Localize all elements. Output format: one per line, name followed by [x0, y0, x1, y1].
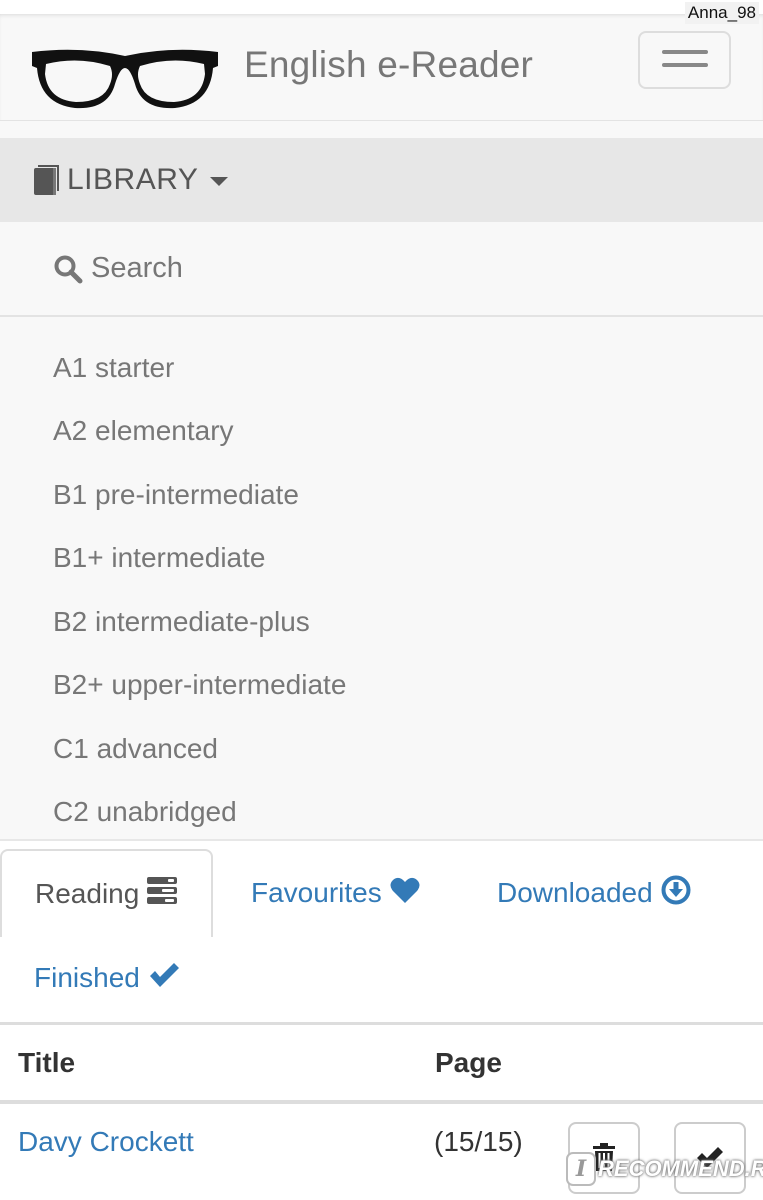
tab-reading-label: Reading: [35, 878, 140, 909]
tab-reading[interactable]: Reading: [0, 849, 213, 937]
book-icon: [33, 164, 61, 196]
level-item-b2[interactable]: B2 intermediate-plus: [0, 590, 763, 654]
download-circle-icon: [661, 875, 691, 912]
table-row: Davy Crockett (15/15): [0, 1104, 763, 1200]
level-item-c1[interactable]: C1 advanced: [0, 717, 763, 781]
menu-toggle-button[interactable]: [638, 31, 731, 89]
level-item-b1-plus[interactable]: B1+ intermediate: [0, 527, 763, 591]
level-list: A1 starter A2 elementary B1 pre-intermed…: [0, 336, 763, 844]
user-watermark: Anna_98: [684, 2, 759, 24]
caret-down-icon: [210, 176, 229, 186]
top-strip: [0, 0, 763, 14]
search-label: Search: [91, 252, 183, 284]
delete-book-button[interactable]: [568, 1122, 640, 1194]
brand-title[interactable]: English e-Reader: [244, 44, 533, 86]
navbar-menu: LIBRARY Search A1 starter A2 elementary …: [0, 121, 763, 841]
column-header-page[interactable]: Page: [435, 1047, 502, 1079]
book-page-progress: (15/15): [434, 1126, 523, 1157]
books-table: Title Page Davy Crockett (15/15): [0, 1022, 763, 1200]
checkmark-icon: [148, 961, 180, 996]
tab-downloaded-label: Downloaded: [497, 877, 653, 908]
search-icon: [53, 254, 83, 284]
library-dropdown[interactable]: LIBRARY: [0, 138, 763, 222]
tab-favourites[interactable]: Favourites: [251, 849, 420, 937]
trash-icon: [592, 1142, 616, 1174]
book-tabs: Reading Favourites Downloaded: [0, 849, 763, 937]
level-item-a2[interactable]: A2 elementary: [0, 400, 763, 464]
book-title-link[interactable]: Davy Crockett: [18, 1126, 194, 1158]
level-item-b1[interactable]: B1 pre-intermediate: [0, 463, 763, 527]
navbar: English e-Reader: [0, 14, 763, 121]
search-link[interactable]: Search: [0, 222, 763, 317]
glasses-icon[interactable]: [30, 44, 220, 112]
tab-finished-label: Finished: [34, 962, 140, 993]
tab-finished[interactable]: Finished: [34, 945, 180, 1011]
level-item-a1[interactable]: A1 starter: [0, 336, 763, 400]
level-item-b2-plus[interactable]: B2+ upper-intermediate: [0, 654, 763, 718]
tab-favourites-label: Favourites: [251, 877, 382, 908]
hamburger-icon-bar: [662, 63, 708, 67]
column-header-title[interactable]: Title: [18, 1047, 75, 1079]
hamburger-icon: [662, 50, 708, 54]
tasks-icon: [147, 876, 178, 912]
heart-icon: [390, 877, 420, 910]
checkmark-icon: [696, 1145, 724, 1172]
tab-downloaded[interactable]: Downloaded: [497, 849, 691, 937]
mark-finished-button[interactable]: [674, 1122, 746, 1194]
level-item-c2[interactable]: C2 unabridged: [0, 781, 763, 845]
table-header: Title Page: [0, 1022, 763, 1104]
library-label: LIBRARY: [67, 163, 199, 196]
